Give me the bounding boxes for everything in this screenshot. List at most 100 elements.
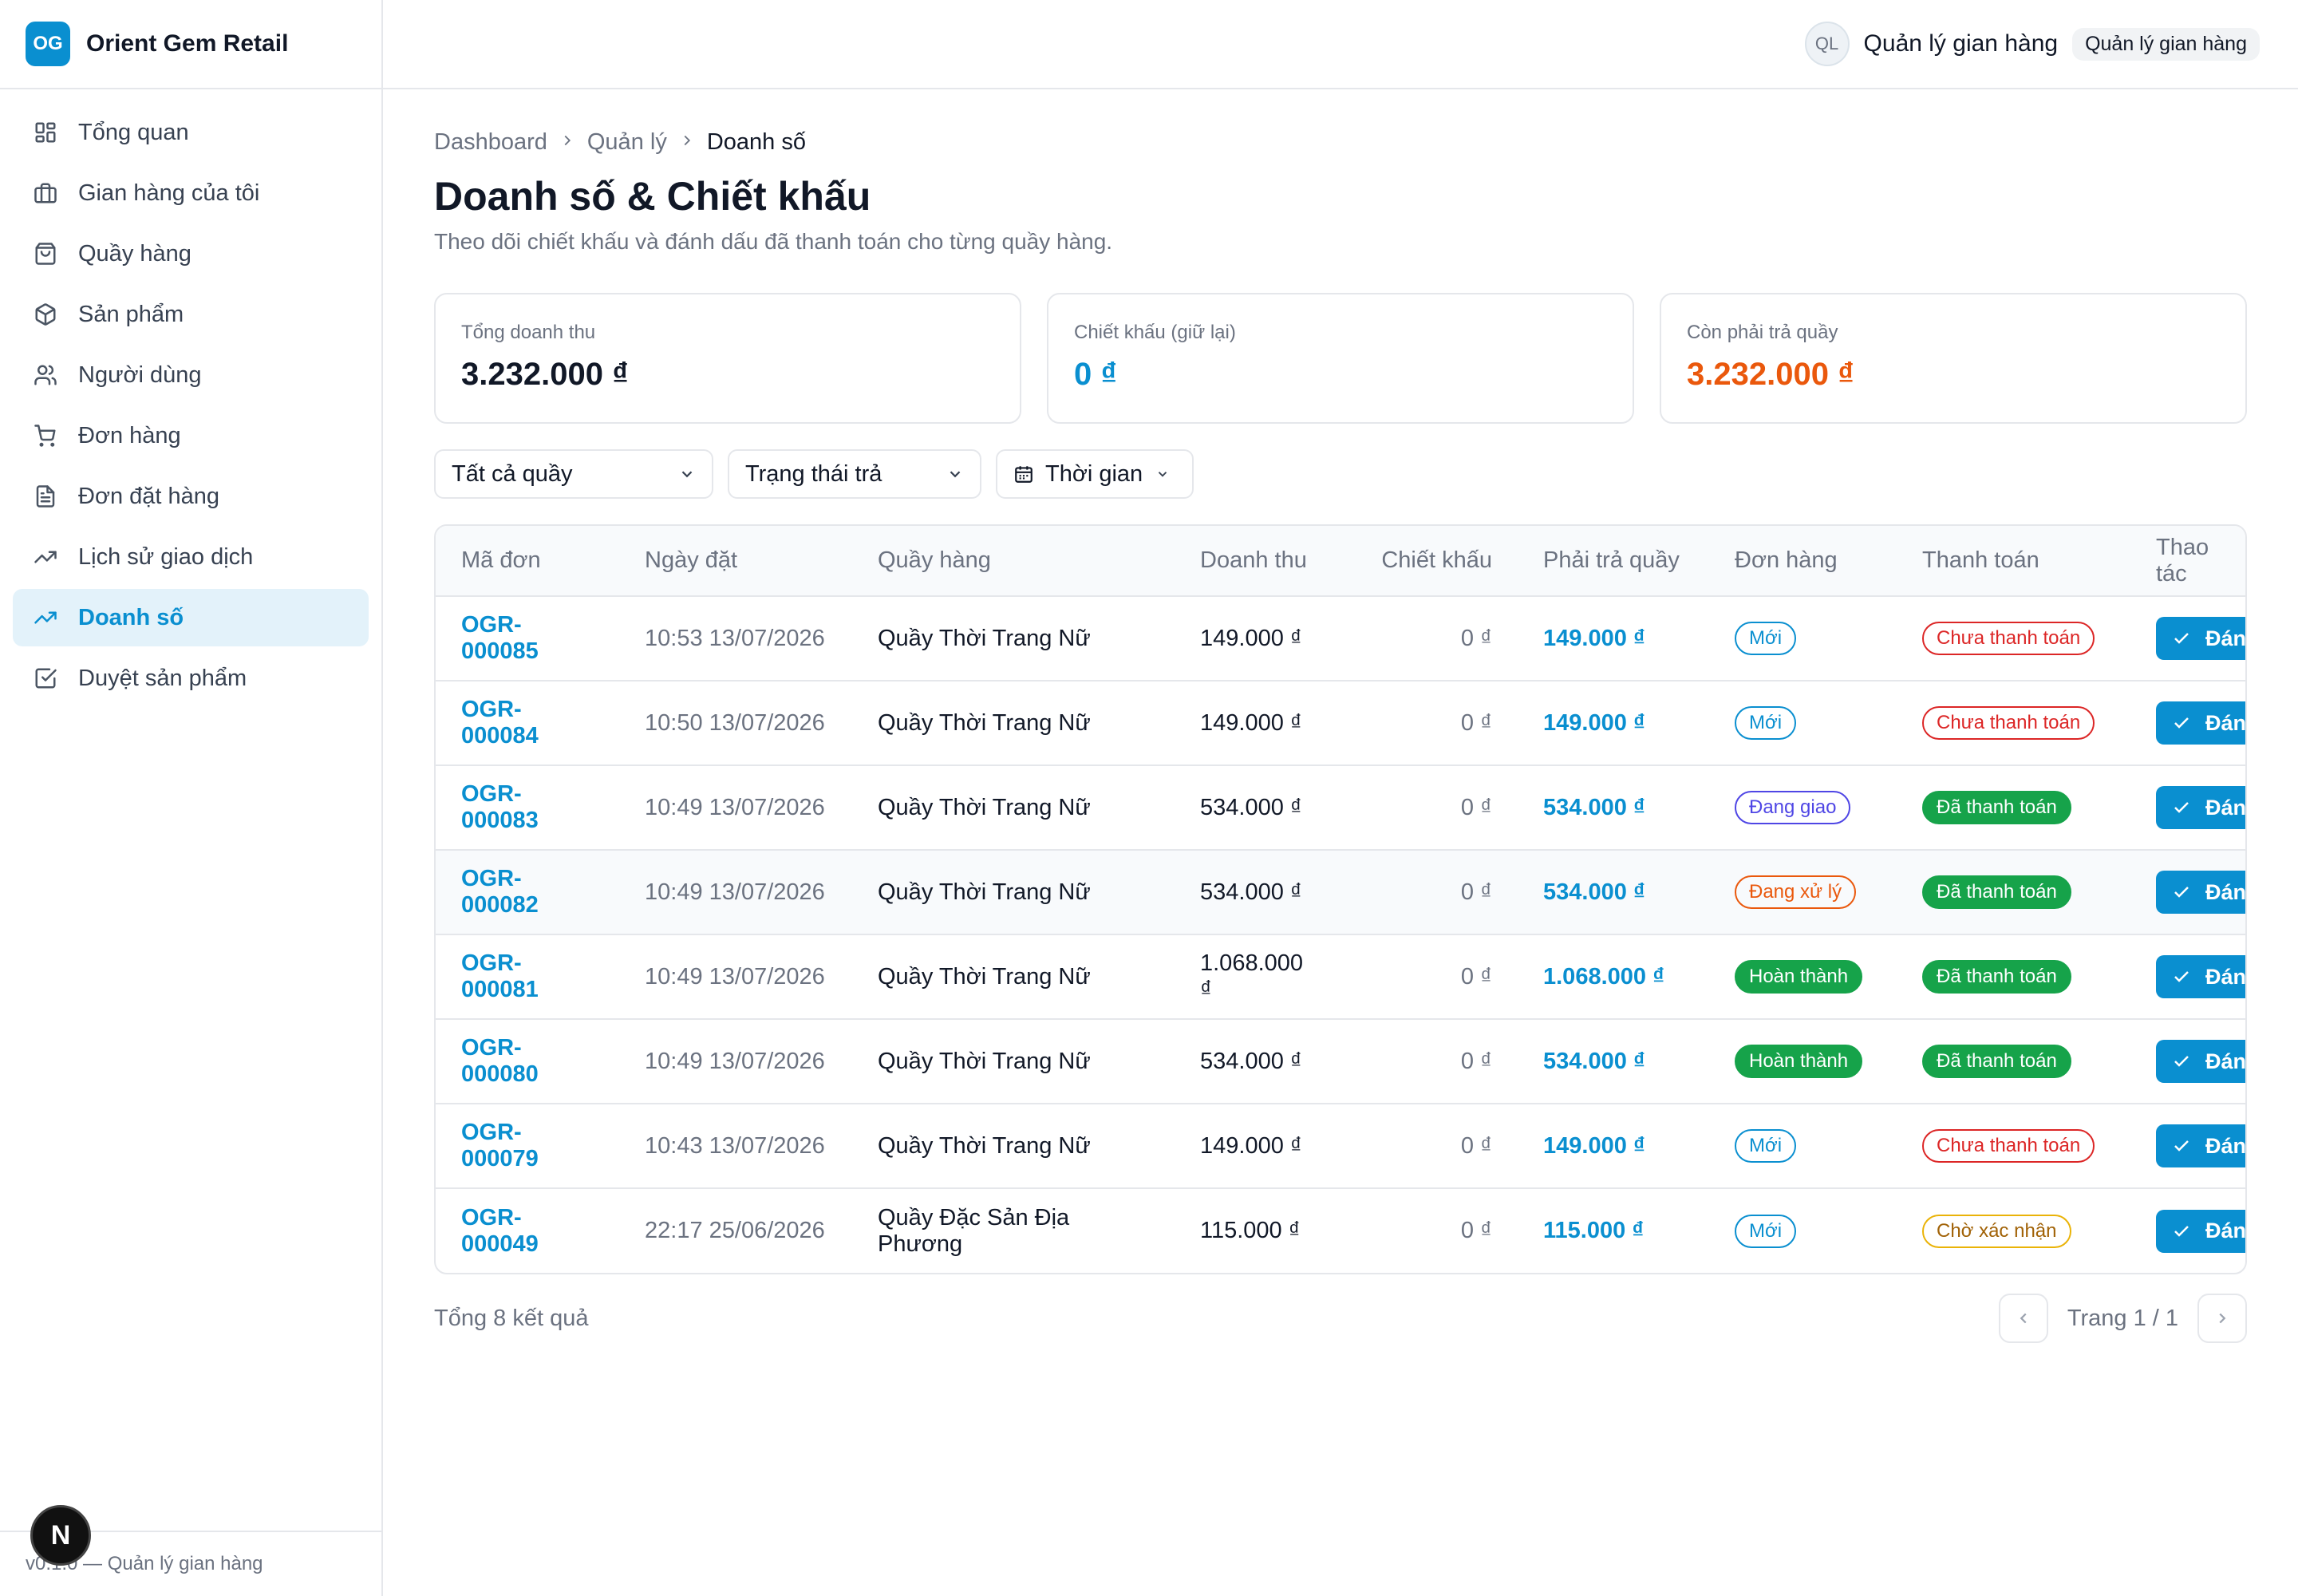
table-row[interactable]: OGR-000079 10:43 13/07/2026 Quầy Thời Tr… <box>436 1103 2245 1188</box>
breadcrumb-item-manage[interactable]: Quản lý <box>587 129 667 156</box>
filter-bar: Tất cả quầy Trạng thái trả Thời gian <box>434 449 2247 499</box>
order-status-badge: Đang giao <box>1735 791 1851 824</box>
discount-value: 0 ₫ <box>1460 879 1492 905</box>
order-code-link[interactable]: OGR-000080 <box>461 1035 539 1087</box>
user-name[interactable]: Quản lý gian hàng <box>1864 30 2059 57</box>
revenue-value: 534.000 ₫ <box>1200 794 1302 820</box>
order-status-badge: Hoàn thành <box>1735 960 1863 994</box>
sidebar-item-4[interactable]: Sản phẩm <box>13 286 369 343</box>
mark-paid-label: Đánh dấu <box>2205 710 2247 735</box>
payment-status-badge: Đã thanh toán <box>1922 1045 2071 1078</box>
stat-label: Chiết khấu (giữ lại) <box>1074 322 1236 343</box>
table-header-row: Mã đơn Ngày đặt Quầy hàng Doanh thu Chiết kh… <box>436 526 2245 596</box>
order-code-link[interactable]: OGR-000082 <box>461 866 539 918</box>
column-header: Quầy hàng <box>852 526 1175 596</box>
order-code-link[interactable]: OGR-000049 <box>461 1205 539 1257</box>
stat-card-3: Còn phải trả quầy 3.232.000 ₫ <box>1660 293 2247 424</box>
sidebar-item-5[interactable]: Người dùng <box>13 346 369 404</box>
mark-paid-button[interactable]: Đánh dấu <box>2156 701 2247 745</box>
calendar-icon <box>1015 466 1033 483</box>
stats-row: Tổng doanh thu 3.232.000 ₫ Chiết khấu (gi… <box>434 293 2247 424</box>
counter-filter-select[interactable]: Tất cả quầy <box>434 449 713 499</box>
sidebar-item-label: Doanh số <box>78 604 184 630</box>
order-code-link[interactable]: OGR-000081 <box>461 950 539 1002</box>
dev-tools-badge[interactable]: N <box>30 1505 91 1566</box>
mark-paid-button[interactable]: Đánh dấu <box>2156 871 2245 914</box>
sidebar-item-label: Người dùng <box>78 361 202 388</box>
breadcrumb-item-dashboard[interactable]: Dashboard <box>434 129 547 156</box>
main-content: Dashboard Quản lý Doanh số Doanh số & Ch… <box>434 89 2247 1343</box>
mark-paid-button[interactable]: Đánh dấu <box>2156 1124 2245 1167</box>
check-square-icon <box>35 668 57 689</box>
order-status-badge: Mới <box>1735 1214 1797 1248</box>
table-row[interactable]: OGR-000049 22:17 25/06/2026 Quầy Đặc Sản… <box>436 1187 2245 1273</box>
order-status-badge: Mới <box>1735 622 1797 655</box>
table-row[interactable]: OGR-000081 10:49 13/07/2026 Quầy Thời Tr… <box>436 934 2245 1019</box>
order-code-link[interactable]: OGR-000079 <box>461 1120 539 1171</box>
chevron-right-icon <box>2219 1313 2226 1324</box>
sidebar-item-3[interactable]: Quầy hàng <box>13 225 369 282</box>
table-row[interactable]: OGR-000085 10:53 13/07/2026 Quầy Thời Tr… <box>436 595 2245 681</box>
sidebar-item-8[interactable]: Lịch sử giao dịch <box>13 528 369 586</box>
order-code-link[interactable]: OGR-000084 <box>461 697 539 749</box>
mark-paid-button[interactable]: Đánh dấu <box>2156 1209 2245 1253</box>
payable-value: 534.000 ₫ <box>1543 1048 1645 1074</box>
table-row[interactable]: OGR-000080 10:49 13/07/2026 Quầy Thời Tr… <box>436 1018 2245 1104</box>
order-date: 10:50 13/07/2026 <box>645 709 825 736</box>
check-icon <box>2174 1140 2189 1152</box>
sidebar-item-label: Đơn hàng <box>78 422 181 448</box>
sidebar-item-6[interactable]: Đơn hàng <box>13 407 369 464</box>
mark-paid-button[interactable]: Đánh dấu <box>2156 1040 2245 1083</box>
table-row[interactable]: OGR-000083 10:49 13/07/2026 Quầy Thời Tr… <box>436 764 2245 850</box>
discount-value: 0 ₫ <box>1460 1048 1492 1074</box>
sidebar-item-9[interactable]: Doanh số <box>13 589 369 646</box>
file-text-icon <box>36 485 55 508</box>
table-row[interactable]: OGR-000082 10:49 13/07/2026 Quầy Thời Tr… <box>436 849 2245 934</box>
brand[interactable]: OG Orient Gem Retail <box>0 0 381 89</box>
counter-name: Quầy Thời Trang Nữ <box>878 794 1091 820</box>
sidebar-item-10[interactable]: Duyệt sản phẩm <box>13 650 369 707</box>
revenue-value: 149.000 ₫ <box>1200 625 1302 651</box>
pagination-bar: Tổng 8 kết quả Trang 1 / 1 <box>434 1294 2247 1343</box>
trend-icon <box>34 551 57 563</box>
order-code-link[interactable]: OGR-000083 <box>461 781 539 833</box>
stat-label: Còn phải trả quầy <box>1687 322 1838 343</box>
sidebar-item-2[interactable]: Gian hàng của tôi <box>13 164 369 222</box>
chevron-down-icon <box>681 471 693 478</box>
topbar: QL Quản lý gian hàng Quản lý gian hàng <box>383 0 2298 89</box>
order-date: 10:49 13/07/2026 <box>645 794 825 820</box>
column-header: Phải trả quầy <box>1518 526 1709 596</box>
order-code-link[interactable]: OGR-000085 <box>461 612 539 664</box>
chevron-right-icon <box>678 130 696 155</box>
revenue-value: 149.000 ₫ <box>1200 709 1302 736</box>
payment-status-badge: Đã thanh toán <box>1922 960 2071 994</box>
payment-status-badge: Đã thanh toán <box>1922 875 2071 909</box>
stat-card-1: Tổng doanh thu 3.232.000 ₫ <box>434 293 1021 424</box>
order-date: 10:49 13/07/2026 <box>645 879 825 905</box>
chevron-down-icon <box>1159 472 1167 477</box>
sidebar-item-1[interactable]: Tổng quan <box>13 104 369 161</box>
check-icon <box>2174 633 2189 644</box>
order-status-badge: Mới <box>1735 1129 1797 1163</box>
cart-icon <box>34 425 56 447</box>
mark-paid-button[interactable]: Đánh dấu <box>2156 617 2245 660</box>
counter-name: Quầy Thời Trang Nữ <box>878 963 1091 990</box>
payable-value: 149.000 ₫ <box>1543 1132 1645 1159</box>
next-page-button[interactable] <box>2197 1294 2247 1343</box>
table-row[interactable]: OGR-000084 10:50 13/07/2026 Quầy Thời Tr… <box>436 680 2247 765</box>
payment-status-filter-select[interactable]: Trạng thái trả <box>728 449 981 499</box>
table-body: OGR-000085 10:53 13/07/2026 Quầy Thời Tr… <box>436 595 2247 1273</box>
sidebar-item-7[interactable]: Đơn đặt hàng <box>13 468 369 525</box>
discount-value: 0 ₫ <box>1460 794 1492 820</box>
time-filter-button[interactable]: Thời gian <box>996 449 1194 499</box>
column-header: Chiết khấu <box>1334 526 1518 596</box>
page-subtitle: Theo dõi chiết khấu và đánh dấu đã thanh… <box>434 229 1113 254</box>
prev-page-button[interactable] <box>1998 1294 2048 1343</box>
total-results: Tổng 8 kết quả <box>434 1305 589 1331</box>
mark-paid-button[interactable]: Đánh dấu <box>2156 786 2245 829</box>
sidebar-item-label: Lịch sử giao dịch <box>78 543 254 570</box>
sidebar-item-label: Gian hàng của tôi <box>78 180 260 206</box>
avatar[interactable]: QL <box>1804 22 1850 66</box>
mark-paid-button[interactable]: Đánh dấu <box>2156 955 2245 998</box>
sidebar: OG Orient Gem Retail Tổng quan Gian hàng… <box>0 0 383 1596</box>
